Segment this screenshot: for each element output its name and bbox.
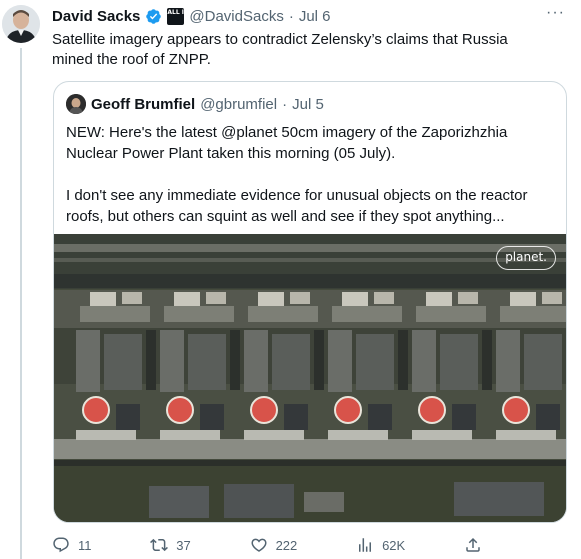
- reactor-annex: [284, 404, 308, 430]
- reactor-dome: [250, 396, 278, 424]
- tweet-text: Satellite imagery appears to contradict …: [52, 31, 508, 68]
- reactor-annex: [536, 404, 560, 430]
- turbine-roof-small: [374, 292, 394, 304]
- turbine-hall: [332, 306, 402, 322]
- reactor-building: [188, 334, 226, 390]
- quoted-author-handle[interactable]: @gbrumfiel: [200, 96, 277, 113]
- reactor-annex: [368, 404, 392, 430]
- quoted-avatar[interactable]: [66, 94, 86, 114]
- satellite-image-graphic: [54, 234, 567, 522]
- repost-icon: [150, 538, 169, 552]
- aux-building: [76, 330, 100, 392]
- turbine-roof-small: [206, 292, 226, 304]
- turbine-hall: [248, 306, 318, 322]
- reactor-building: [104, 334, 142, 390]
- quoted-tweet-text: NEW: Here's the latest @planet 50cm imag…: [66, 124, 528, 225]
- reactor-dome: [334, 396, 362, 424]
- pavement-block: [76, 430, 136, 440]
- reactor-annex: [200, 404, 224, 430]
- turbine-roof-small: [122, 292, 142, 304]
- reactor-building: [440, 334, 478, 390]
- reply-count: 11: [78, 537, 92, 553]
- view-count: 62K: [382, 537, 406, 553]
- aux-building: [412, 330, 436, 392]
- reactor-dome: [82, 396, 110, 424]
- pavement-block: [328, 430, 388, 440]
- shadow-strip: [566, 330, 567, 390]
- turbine-hall: [80, 306, 150, 322]
- tweet-date[interactable]: Jul 6: [299, 8, 331, 25]
- reactor-dome: [418, 396, 446, 424]
- turbine-roof-small: [542, 292, 562, 304]
- turbine-roof: [510, 292, 536, 306]
- turbine-hall: [416, 306, 486, 322]
- turbine-roof-small: [290, 292, 310, 304]
- pavement-block: [244, 430, 304, 440]
- reactor-building: [272, 334, 310, 390]
- share-icon: [466, 537, 480, 552]
- action-bar: 11 37 222 62K: [52, 533, 482, 557]
- turbine-hall: [500, 306, 566, 322]
- more-options-icon[interactable]: ···: [546, 4, 565, 22]
- planet-watermark: planet.: [496, 246, 556, 270]
- aux-building: [244, 330, 268, 392]
- turbine-roof: [258, 292, 284, 306]
- author-handle[interactable]: @DavidSacks: [189, 8, 283, 25]
- turbine-roof: [90, 292, 116, 306]
- satellite-image[interactable]: planet.: [54, 234, 567, 522]
- quoted-tweet[interactable]: Geoff Brumfiel @gbrumfiel · Jul 5 NEW: H…: [53, 81, 567, 523]
- aux-building: [496, 330, 520, 392]
- like-count: 222: [275, 537, 298, 553]
- shadow-strip: [482, 330, 492, 390]
- verified-badge-icon: [146, 8, 162, 24]
- pavement-block: [160, 430, 220, 440]
- turbine-roof: [426, 292, 452, 306]
- reply-button[interactable]: 11: [52, 536, 92, 554]
- pavement-block: [496, 430, 556, 440]
- pavement-block: [412, 430, 472, 440]
- tweet-header: David Sacks ALL IN @DavidSacks · Jul 6: [52, 6, 331, 26]
- views-icon: [359, 538, 372, 552]
- turbine-roof-small: [458, 292, 478, 304]
- shadow-strip: [398, 330, 408, 390]
- reply-icon: [53, 537, 69, 553]
- turbine-roof: [174, 292, 200, 306]
- thread-line: [20, 48, 22, 559]
- turbine-roof: [342, 292, 368, 306]
- quoted-author-name[interactable]: Geoff Brumfiel: [91, 96, 195, 113]
- reactor-building: [524, 334, 562, 390]
- shadow-strip: [314, 330, 324, 390]
- reactor-dome: [166, 396, 194, 424]
- reactor-building: [356, 334, 394, 390]
- affiliate-badge[interactable]: ALL IN: [167, 7, 189, 25]
- aux-building: [160, 330, 184, 392]
- like-button[interactable]: 222: [250, 536, 298, 554]
- share-button[interactable]: [464, 536, 482, 554]
- shadow-strip: [230, 330, 240, 390]
- avatar[interactable]: [2, 5, 40, 43]
- views-button[interactable]: 62K: [356, 536, 405, 554]
- aux-building: [328, 330, 352, 392]
- turbine-hall: [164, 306, 234, 322]
- quoted-date-separator: ·: [282, 95, 288, 113]
- quoted-tweet-header: Geoff Brumfiel @gbrumfiel · Jul 5: [66, 94, 324, 114]
- quoted-tweet-date[interactable]: Jul 5: [292, 96, 324, 113]
- reactor-annex: [452, 404, 476, 430]
- like-icon: [251, 538, 267, 552]
- author-name[interactable]: David Sacks: [52, 8, 140, 25]
- reactor-dome: [502, 396, 530, 424]
- date-separator: ·: [288, 7, 294, 25]
- repost-count: 37: [176, 537, 191, 553]
- shadow-strip: [146, 330, 156, 390]
- reactor-annex: [116, 404, 140, 430]
- repost-button[interactable]: 37: [150, 536, 191, 554]
